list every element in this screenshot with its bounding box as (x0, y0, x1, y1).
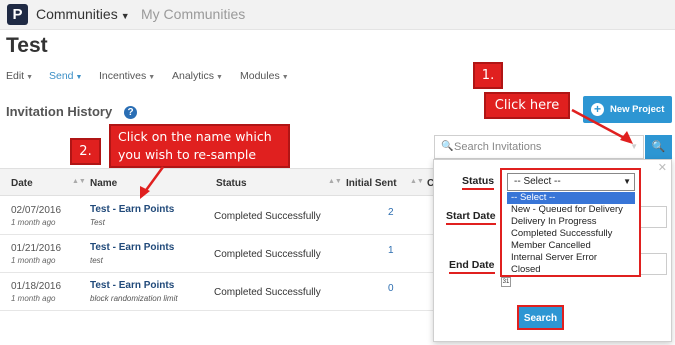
nav-modules[interactable]: Modules ▼ (240, 70, 289, 82)
sort-icon[interactable]: ▲▼ (410, 178, 424, 185)
nav-analytics[interactable]: Analytics ▼ (172, 70, 223, 82)
communities-menu-label: Communities (36, 6, 118, 22)
calendar-icon[interactable]: 31 (501, 277, 511, 287)
start-date-label: Start Date (446, 210, 496, 225)
status-option[interactable]: Completed Successfully (507, 228, 635, 240)
chevron-down-icon: ▼ (623, 177, 631, 186)
nav-incentives-label: Incentives (99, 70, 147, 82)
status-dropdown[interactable]: -- Select -- ▼ -- Select -- New - Queued… (500, 168, 641, 277)
sort-icon[interactable]: ▲▼ (328, 178, 342, 185)
row-name-link[interactable]: Test - Earn Points (90, 204, 174, 215)
chevron-down-icon: ▼ (120, 11, 130, 21)
row-ago: 1 month ago (11, 256, 56, 265)
search-toggle-button[interactable]: 🔍 (645, 135, 672, 159)
click-here-callout: Click here (484, 92, 570, 119)
col-status[interactable]: Status (216, 178, 247, 189)
row-ago: 1 month ago (11, 218, 56, 227)
status-select[interactable]: -- Select -- ▼ (507, 173, 635, 191)
search-icon: 🔍 (651, 141, 666, 153)
status-option[interactable]: Member Cancelled (507, 240, 635, 252)
row-name-link[interactable]: Test - Earn Points (90, 242, 174, 253)
chevron-down-icon: ▼ (75, 74, 83, 81)
plus-icon: + (591, 103, 604, 116)
sort-icon[interactable]: ▲▼ (72, 178, 86, 185)
status-select-value: -- Select -- (514, 176, 561, 187)
new-project-button[interactable]: + New Project (583, 96, 672, 123)
table-row: 02/07/2016 1 month ago Test - Earn Point… (0, 197, 434, 235)
table-row: 01/21/2016 1 month ago Test - Earn Point… (0, 235, 434, 273)
nav-send[interactable]: Send ▼ (49, 70, 82, 82)
search-button[interactable]: Search (517, 305, 564, 330)
new-project-label: New Project (610, 104, 665, 115)
resample-callout: Click on the name which you wish to re-s… (109, 124, 290, 168)
step-two-callout: 2. (70, 138, 101, 165)
col-initial-sent[interactable]: Initial Sent (346, 178, 397, 189)
search-input[interactable]: 🔍 Search Invitations ▼ (434, 135, 644, 159)
end-date-label: End Date (449, 259, 495, 274)
row-name-link[interactable]: Test - Earn Points (90, 280, 174, 291)
start-date-input[interactable] (639, 206, 667, 228)
my-communities-link[interactable]: My Communities (141, 6, 245, 22)
nav-edit-label: Edit (6, 70, 25, 82)
nav-analytics-label: Analytics (172, 70, 215, 82)
nav-modules-label: Modules (240, 70, 280, 82)
end-date-input[interactable] (639, 253, 667, 275)
search-icon: 🔍 (441, 141, 454, 152)
row-initial-sent[interactable]: 1 (388, 245, 394, 256)
status-option[interactable]: Closed (507, 264, 635, 276)
chevron-down-icon: ▼ (281, 74, 289, 81)
page-title: Test (6, 34, 48, 57)
status-option[interactable]: Internal Server Error (507, 252, 635, 264)
status-option[interactable]: New - Queued for Delivery (507, 204, 635, 216)
row-date: 01/21/2016 (11, 243, 62, 254)
row-status: Completed Successfully (214, 211, 321, 222)
table-header: Date ▲▼ Name Status ▲▼ Initial Sent ▲▼ C (0, 168, 434, 196)
step-one-callout: 1. (473, 62, 503, 89)
help-icon[interactable]: ? (124, 106, 137, 119)
status-label: Status (462, 175, 495, 190)
close-icon[interactable]: ✕ (658, 161, 667, 174)
row-date: 01/18/2016 (11, 281, 62, 292)
section-title: Invitation History (6, 104, 113, 119)
col-date[interactable]: Date (11, 178, 33, 189)
status-option[interactable]: Delivery In Progress (507, 216, 635, 228)
nav-send-label: Send (49, 70, 74, 82)
row-initial-sent[interactable]: 0 (388, 283, 394, 294)
app-logo[interactable]: P (7, 4, 28, 25)
chevron-down-icon: ▼ (26, 74, 34, 81)
chevron-down-icon: ▼ (216, 74, 223, 81)
search-placeholder: Search Invitations (454, 141, 542, 153)
top-bar: P Communities ▼ My Communities (0, 0, 675, 30)
row-description: test (90, 256, 103, 265)
chevron-down-icon[interactable]: ▼ (630, 142, 638, 151)
communities-menu[interactable]: Communities ▼ (36, 6, 130, 22)
table-row: 01/18/2016 1 month ago Test - Earn Point… (0, 273, 434, 311)
row-date: 02/07/2016 (11, 205, 62, 216)
row-status: Completed Successfully (214, 249, 321, 260)
row-ago: 1 month ago (11, 294, 56, 303)
nav-edit[interactable]: Edit ▼ (6, 70, 33, 82)
row-description: Test (90, 218, 105, 227)
status-option[interactable]: -- Select -- (507, 192, 635, 204)
row-status: Completed Successfully (214, 287, 321, 298)
status-options-list: -- Select -- New - Queued for Delivery D… (507, 192, 635, 276)
chevron-down-icon: ▼ (148, 74, 156, 81)
nav-incentives[interactable]: Incentives ▼ (99, 70, 155, 82)
col-name[interactable]: Name (90, 178, 117, 189)
row-initial-sent[interactable]: 2 (388, 207, 394, 218)
row-description: block randomization limit (90, 294, 178, 303)
